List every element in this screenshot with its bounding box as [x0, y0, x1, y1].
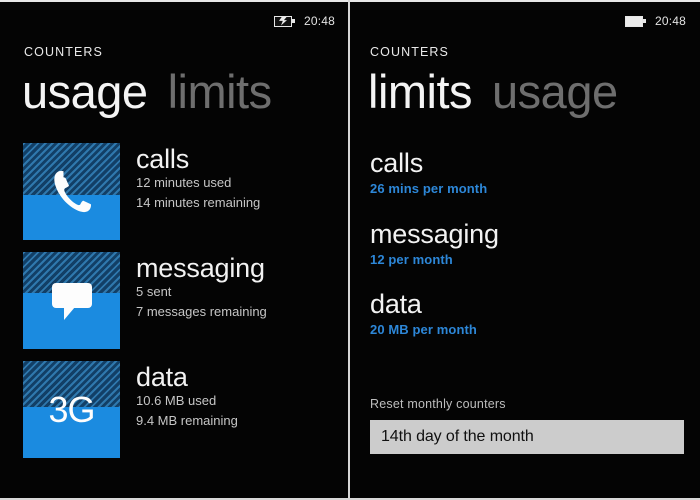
limit-name: calls — [370, 148, 424, 178]
limit-value: 26 mins per month — [370, 181, 488, 197]
limit-value: 12 per month — [370, 251, 453, 267]
3g-network-icon: 3G — [23, 361, 120, 458]
usage-tile-data: 3G — [23, 361, 120, 458]
limit-item-data[interactable]: data 20 MB per month — [370, 289, 680, 340]
usage-used: 12 minutes used — [136, 175, 232, 191]
usage-name: data — [136, 362, 188, 392]
status-bar-right: 20:48 — [624, 10, 686, 32]
pivot-header-left: usage limits — [22, 68, 272, 115]
phone-handset-icon — [23, 143, 120, 240]
usage-used: 5 sent — [136, 284, 172, 300]
battery-full-icon — [624, 15, 646, 27]
limits-list: calls 26 mins per month messaging 12 per… — [370, 148, 680, 360]
pivot-tab-usage[interactable]: usage — [22, 68, 148, 115]
usage-item-calls[interactable]: calls 12 minutes used 14 minutes remaini… — [0, 143, 348, 252]
usage-name: messaging — [136, 253, 265, 283]
usage-used: 10.6 MB used — [136, 393, 217, 409]
pivot-tab-limits[interactable]: limits — [368, 68, 473, 115]
status-bar-left: 20:48 — [273, 10, 335, 32]
limit-item-messaging[interactable]: messaging 12 per month — [370, 219, 680, 270]
usage-text-messaging: messaging 5 sent 7 messages remaining — [136, 252, 267, 323]
status-clock-right: 20:48 — [654, 14, 686, 28]
usage-remaining: 7 messages remaining — [136, 304, 267, 320]
limit-name: data — [370, 289, 422, 320]
limit-item-calls[interactable]: calls 26 mins per month — [370, 148, 680, 199]
usage-item-data[interactable]: 3G data 10.6 MB used 9.4 MB remaining — [0, 361, 348, 470]
status-clock-left: 20:48 — [303, 14, 335, 28]
pivot-header-right: limits usage — [368, 68, 618, 115]
usage-tile-calls — [23, 143, 120, 240]
app-title-right: COUNTERS — [370, 45, 449, 59]
pivot-tab-usage[interactable]: usage — [492, 68, 618, 115]
usage-list: calls 12 minutes used 14 minutes remaini… — [0, 143, 348, 470]
limit-value: 20 MB per month — [370, 322, 477, 338]
usage-text-calls: calls 12 minutes used 14 minutes remaini… — [136, 143, 260, 214]
dual-screenshot-container: 20:48 COUNTERS usage limits calls 12 min… — [0, 0, 700, 500]
battery-charging-icon — [273, 15, 295, 27]
usage-name: calls — [136, 144, 190, 174]
speech-bubble-icon — [23, 252, 120, 349]
reset-day-select[interactable]: 14th day of the month — [370, 420, 684, 454]
phone-screen-limits: 20:48 COUNTERS limits usage calls 26 min… — [348, 0, 700, 500]
app-title-left: COUNTERS — [24, 45, 103, 59]
reset-counters-label: Reset monthly counters — [370, 397, 506, 411]
usage-text-data: data 10.6 MB used 9.4 MB remaining — [136, 361, 238, 432]
limit-name: messaging — [370, 218, 499, 249]
pivot-tab-limits[interactable]: limits — [168, 68, 273, 115]
usage-item-messaging[interactable]: messaging 5 sent 7 messages remaining — [0, 252, 348, 361]
usage-remaining: 14 minutes remaining — [136, 195, 261, 211]
phone-screen-usage: 20:48 COUNTERS usage limits calls 12 min… — [0, 0, 348, 500]
reset-monthly-counters-block: Reset monthly counters 14th day of the m… — [370, 397, 684, 454]
usage-remaining: 9.4 MB remaining — [136, 413, 238, 429]
3g-label: 3G — [48, 388, 95, 430]
usage-tile-messaging — [23, 252, 120, 349]
screen-divider — [348, 0, 350, 500]
